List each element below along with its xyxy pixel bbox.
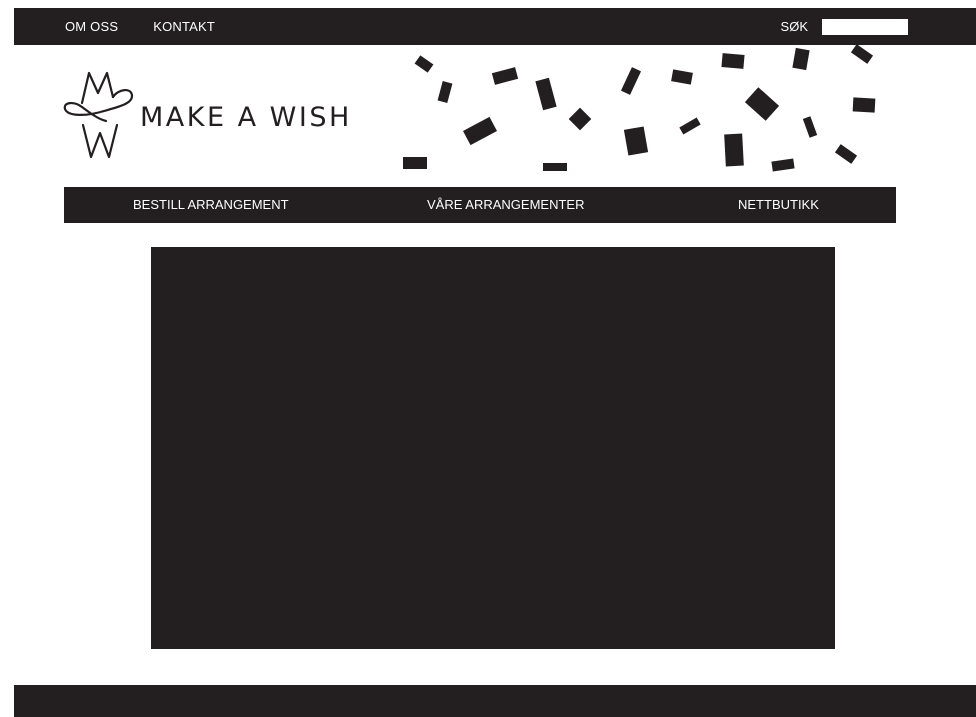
nav-vare-arrangementer[interactable]: VÅRE ARRANGEMENTER (427, 187, 584, 223)
top-bar: OM OSS KONTAKT SØK (14, 8, 976, 45)
main-nav: BESTILL ARRANGEMENT VÅRE ARRANGEMENTER N… (64, 187, 896, 223)
top-nav-kontakt-link[interactable]: KONTAKT (153, 19, 215, 34)
site-header: MAKE A WISH (0, 45, 976, 187)
top-nav-om-oss-link[interactable]: OM OSS (65, 19, 118, 34)
search-input[interactable] (822, 18, 908, 35)
top-nav: OM OSS KONTAKT (65, 8, 250, 45)
nav-bestill-arrangement[interactable]: BESTILL ARRANGEMENT (133, 187, 289, 223)
brand-name: MAKE A WISH (140, 101, 352, 133)
search-area: SØK (781, 8, 908, 45)
hero-content-block (151, 247, 835, 649)
mw-monogram-icon (63, 71, 134, 159)
search-label: SØK (780, 19, 808, 34)
nav-nettbutikk[interactable]: NETTBUTIKK (738, 187, 819, 223)
site-footer (14, 685, 976, 717)
site-logo[interactable]: MAKE A WISH (60, 67, 352, 165)
